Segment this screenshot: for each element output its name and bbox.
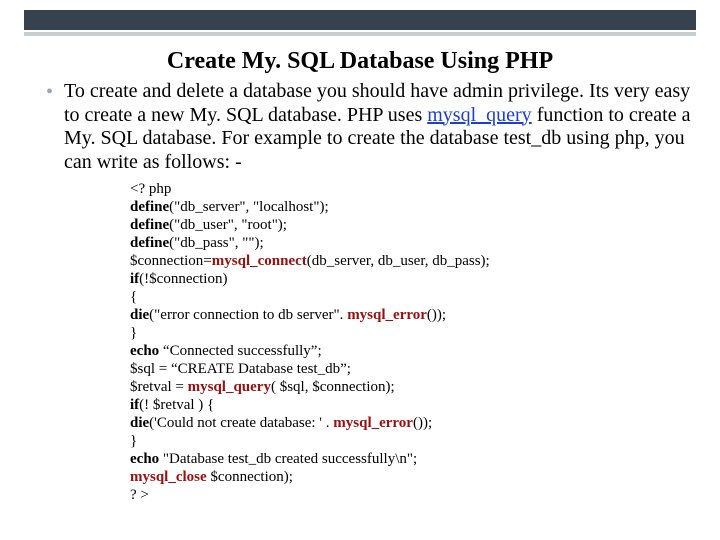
code-block: <? php define("db_server", "localhost");… [130, 180, 680, 504]
code-line: $sql = “CREATE Database test_db”; [130, 360, 680, 378]
code-line: $retval = mysql_query( $sql, $connection… [130, 378, 680, 396]
code-line: $connection=mysql_connect(db_server, db_… [130, 252, 680, 270]
code-line: die("error connection to db server". mys… [130, 306, 680, 324]
code-line: if(! $retval ) { [130, 396, 680, 414]
code-line: <? php [130, 180, 680, 198]
code-line: { [130, 288, 680, 306]
code-line: } [130, 432, 680, 450]
bullet-text: To create and delete a database you shou… [64, 80, 692, 174]
code-line: define("db_server", "localhost"); [130, 198, 680, 216]
code-line: if(!$connection) [130, 270, 680, 288]
slide: Create My. SQL Database Using PHP • To c… [0, 0, 720, 540]
body-text: • To create and delete a database you sh… [46, 80, 692, 174]
code-line: ? > [130, 486, 680, 504]
slide-title: Create My. SQL Database Using PHP [0, 48, 720, 75]
code-line: echo “Connected successfully”; [130, 342, 680, 360]
code-line: } [130, 324, 680, 342]
bullet-item: • To create and delete a database you sh… [46, 80, 692, 174]
code-line: define("db_user", "root"); [130, 216, 680, 234]
code-line: define("db_pass", ""); [130, 234, 680, 252]
top-bar-dark [24, 10, 696, 30]
mysql-query-link[interactable]: mysql_query [427, 104, 531, 126]
bullet-dot: • [46, 80, 64, 104]
code-line: die('Could not create database: ' . mysq… [130, 414, 680, 432]
top-bar-light [24, 32, 696, 36]
code-line: echo "Database test_db created successfu… [130, 450, 680, 468]
code-line: mysql_close $connection); [130, 468, 680, 486]
